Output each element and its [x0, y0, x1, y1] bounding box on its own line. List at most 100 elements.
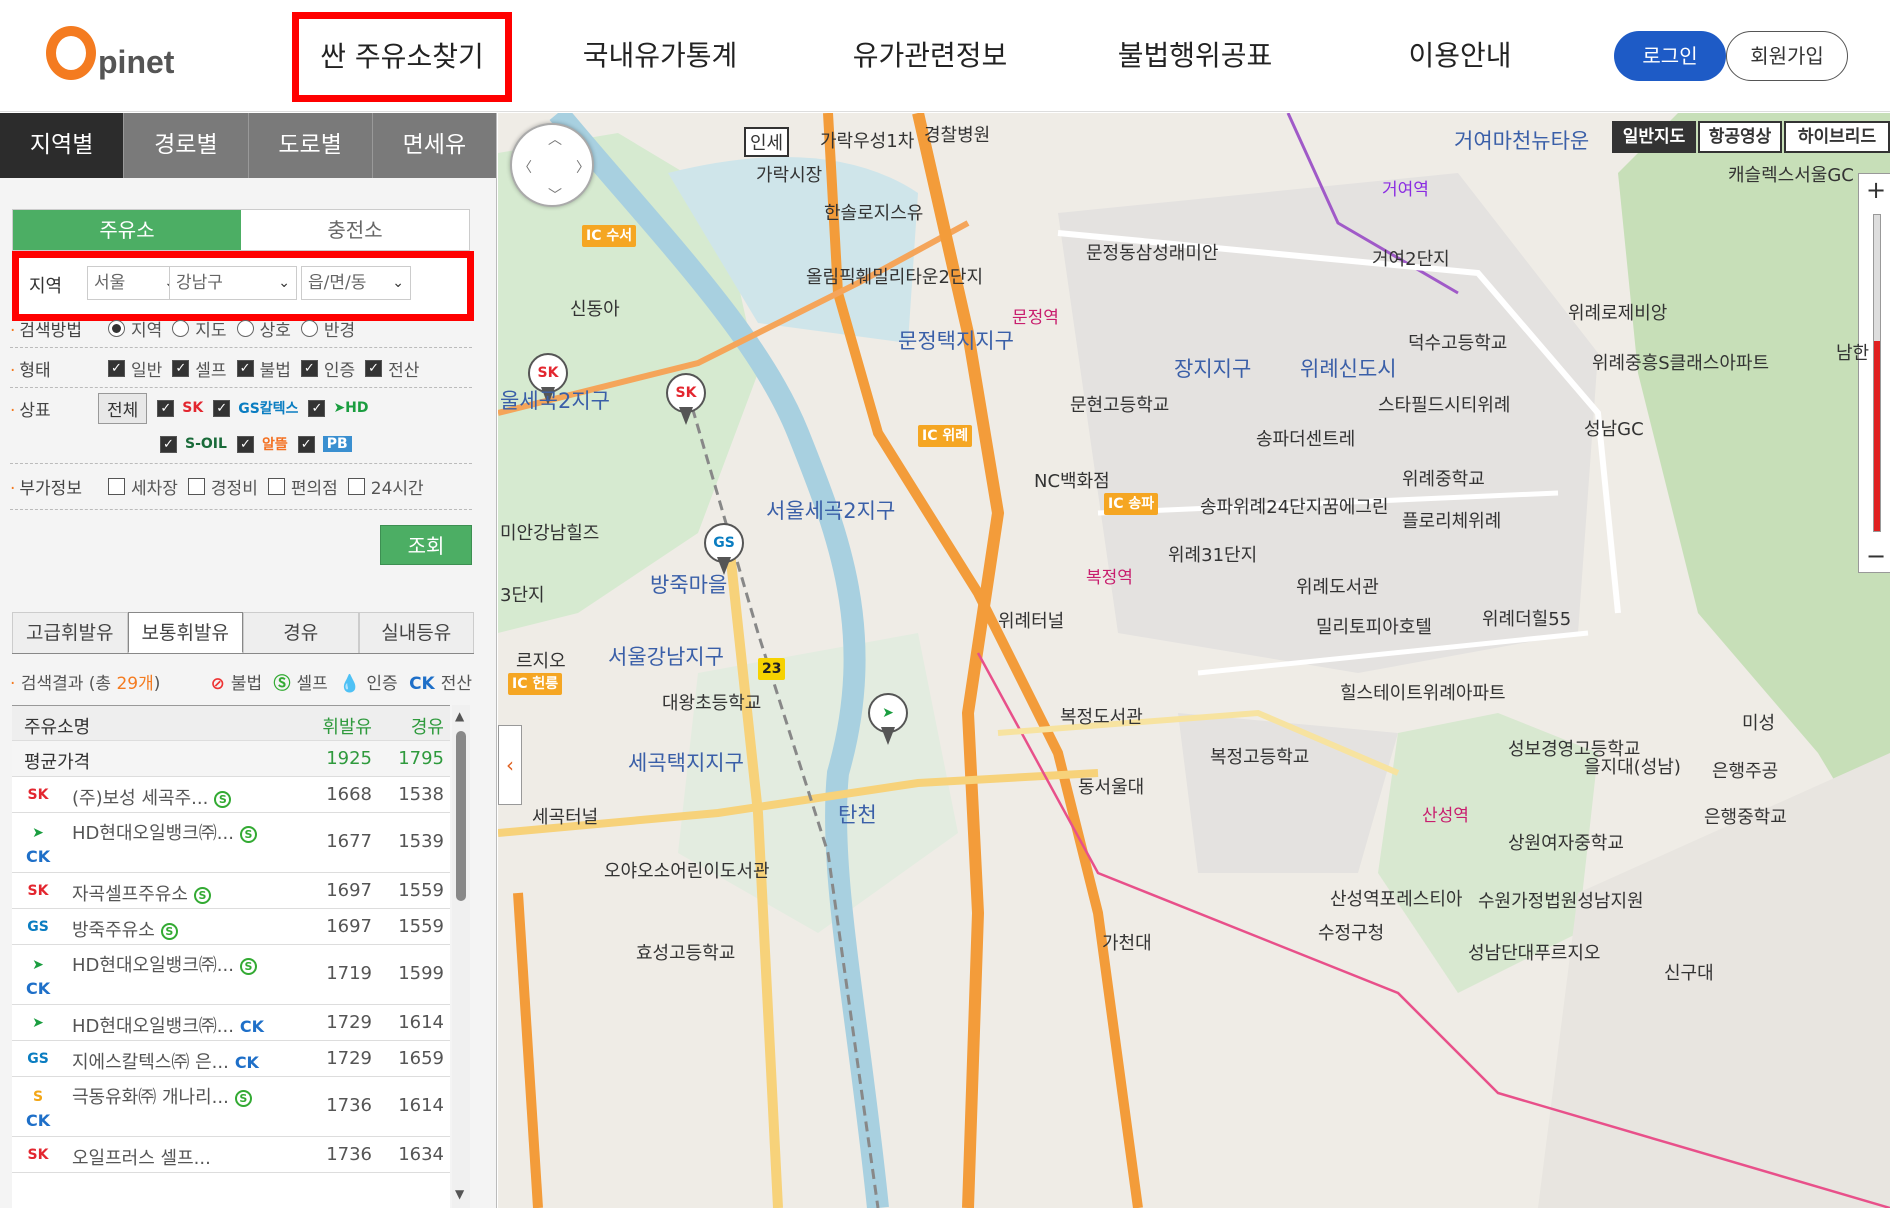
opinet-logo[interactable]: pinet — [46, 24, 174, 80]
chk-maintenance[interactable] — [187, 477, 205, 495]
pan-down-icon[interactable]: ﹀ — [548, 185, 562, 205]
table-row[interactable]: SK (주)보성 세곡주... S 1668 1538 — [12, 777, 450, 813]
tab-by-road[interactable]: 도로별 — [248, 113, 373, 178]
scroll-thumb[interactable] — [456, 731, 466, 901]
ic-badge-heolleung: IC 헌릉 — [508, 673, 563, 695]
chk-computer[interactable]: ✓ — [365, 359, 383, 377]
station-name[interactable]: (주)보성 세곡주... S — [72, 784, 232, 810]
zoom-control[interactable]: + − — [1858, 173, 1890, 573]
radio-name[interactable] — [236, 319, 254, 337]
chk-brand-sk[interactable]: ✓ — [157, 399, 175, 417]
chk-carwash[interactable] — [108, 477, 125, 495]
map-label: 성남GC — [1584, 419, 1644, 440]
sigungu-select[interactable]: 강남구 ⌄ — [169, 266, 297, 300]
brand-row: 상표 전체 ✓ SK ✓ GS칼텍스 ✓ ➤HD — [10, 392, 369, 424]
map-label: 스타필드시티위례 — [1378, 395, 1511, 416]
zoom-level-fill — [1874, 341, 1880, 531]
station-name[interactable]: HD현대오일뱅크㈜... CK — [72, 1012, 264, 1038]
tab-tax-free[interactable]: 면세유 — [372, 113, 496, 178]
tab-charging-station[interactable]: 충전소 — [241, 210, 469, 250]
map-label: 힐스테이트위례아파트 — [1340, 683, 1506, 704]
map-label: 위례중흥S클래스아파트 — [1592, 353, 1770, 374]
map-label: 미안강남힐즈 — [500, 523, 600, 544]
nav-guide[interactable]: 이용안내 — [1385, 30, 1535, 82]
table-row[interactable]: SK 오일프러스 셀프... 1736 1634 — [12, 1137, 450, 1173]
map-pin-hd[interactable]: ➤ — [868, 693, 908, 747]
chk-brand-soil[interactable]: ✓ — [160, 435, 177, 453]
chk-brand-gs[interactable]: ✓ — [213, 399, 231, 417]
zoom-in-icon[interactable]: + — [1859, 176, 1890, 204]
map-view[interactable]: ︿ ﹀ 〈 〉 일반지도 항공영상 하이브리드 + − ‹ SK SK GS ➤… — [498, 113, 1890, 1208]
col-diesel[interactable]: 경유 — [382, 713, 444, 739]
tab-by-route[interactable]: 경로별 — [124, 113, 249, 178]
map-label-area: 서울강남지구 — [608, 645, 724, 669]
chk-normal[interactable]: ✓ — [108, 359, 125, 377]
arrow-down-icon[interactable]: ▼ — [455, 1187, 464, 1201]
map-label: 3단지 — [500, 585, 545, 606]
search-button[interactable]: 조회 — [380, 525, 472, 565]
collapse-panel-button[interactable]: ‹ — [498, 725, 522, 805]
radio-radius[interactable] — [300, 319, 318, 337]
station-name[interactable]: 지에스칼텍스㈜ 은... CK — [72, 1048, 259, 1074]
map-pin-sk[interactable]: SK — [666, 373, 706, 427]
table-row[interactable]: GS 방죽주유소 S 1697 1559 — [12, 909, 450, 945]
station-name[interactable]: 자곡셀프주유소 S — [72, 880, 211, 906]
station-name[interactable]: 오일프러스 셀프... — [72, 1144, 211, 1170]
station-name[interactable]: 방죽주유소 S — [72, 916, 178, 942]
pan-left-icon[interactable]: 〈 — [518, 157, 532, 177]
nav-price-info[interactable]: 유가관련정보 — [830, 30, 1030, 82]
pan-up-icon[interactable]: ︿ — [548, 129, 562, 149]
maptype-normal[interactable]: 일반지도 — [1612, 121, 1696, 153]
hd-logo-icon: ➤ — [32, 825, 44, 841]
station-name-text: 오일프러스 셀프... — [72, 1148, 211, 1169]
join-button[interactable]: 회원가입 — [1726, 31, 1848, 81]
tab-regular-gasoline[interactable]: 보통휘발유 — [127, 612, 243, 653]
maptype-hybrid[interactable]: 하이브리드 — [1784, 121, 1890, 153]
chk-brand-altteul[interactable]: ✓ — [236, 435, 254, 453]
col-name[interactable]: 주유소명 — [24, 713, 90, 739]
chk-24h[interactable] — [347, 477, 365, 495]
brand-all-button[interactable]: 전체 — [98, 392, 148, 424]
pan-right-icon[interactable]: 〉 — [576, 157, 590, 177]
dong-select[interactable]: 읍/면/동 ⌄ — [301, 266, 411, 300]
radio-region[interactable] — [108, 319, 125, 337]
legend-computer: 전산 — [440, 674, 472, 694]
chk-self[interactable]: ✓ — [172, 359, 190, 377]
table-row[interactable]: GS 지에스칼텍스㈜ 은... CK 1729 1659 — [12, 1041, 450, 1077]
station-name[interactable]: HD현대오일뱅크㈜... S — [72, 951, 257, 977]
chk-store[interactable] — [267, 477, 285, 495]
radio-map[interactable] — [172, 319, 190, 337]
table-row[interactable]: SK 자곡셀프주유소 S 1697 1559 — [12, 873, 450, 909]
chk-brand-hd[interactable]: ✓ — [308, 399, 326, 417]
station-name[interactable]: HD현대오일뱅크㈜... S — [72, 819, 257, 845]
legend-self: 셀프 — [296, 674, 328, 694]
tab-by-region[interactable]: 지역별 — [0, 113, 125, 178]
table-row[interactable]: S 극동유화㈜ 개나리... S CK 1736 1614 — [12, 1077, 450, 1137]
table-row[interactable]: ➤ HD현대오일뱅크㈜... S CK 1677 1539 — [12, 813, 450, 873]
zoom-slider[interactable] — [1873, 214, 1881, 532]
pan-control[interactable]: ︿ ﹀ 〈 〉 — [510, 123, 594, 207]
map-label: 위례더힐55 — [1482, 609, 1572, 630]
soil-logo-icon: S-OIL — [185, 436, 227, 452]
nav-illegal-notice[interactable]: 불법행위공표 — [1095, 30, 1295, 82]
col-gasoline[interactable]: 휘발유 — [302, 713, 372, 739]
station-name[interactable]: 극동유화㈜ 개나리... S — [72, 1083, 252, 1109]
tab-premium-gasoline[interactable]: 고급휘발유 — [12, 612, 128, 653]
table-row[interactable]: ➤ HD현대오일뱅크㈜... S CK 1719 1599 — [12, 945, 450, 1005]
chk-cert[interactable]: ✓ — [300, 359, 318, 377]
table-scrollbar[interactable]: ▲ ▼ — [452, 705, 470, 1208]
station-table: 주유소명 휘발유 경유 평균가격 1925 1795 SK (주)보성 세곡주..… — [12, 705, 450, 1208]
table-row[interactable]: ➤ HD현대오일뱅크㈜... CK 1729 1614 — [12, 1005, 450, 1041]
logo-text: pinet — [98, 44, 175, 80]
nav-domestic-stats[interactable]: 국내유가통계 — [570, 30, 750, 82]
chk-illegal[interactable]: ✓ — [236, 359, 254, 377]
chk-brand-pb[interactable]: ✓ — [297, 435, 315, 453]
zoom-out-icon[interactable]: − — [1859, 542, 1890, 570]
arrow-up-icon[interactable]: ▲ — [455, 709, 464, 723]
tab-diesel[interactable]: 경유 — [243, 612, 359, 653]
tab-gas-station[interactable]: 주유소 — [13, 210, 241, 250]
maptype-aerial[interactable]: 항공영상 — [1698, 121, 1782, 153]
nav-cheap-station[interactable]: 싼 주유소찾기 — [292, 12, 512, 102]
tab-kerosene[interactable]: 실내등유 — [358, 612, 474, 653]
login-button[interactable]: 로그인 — [1614, 31, 1726, 81]
